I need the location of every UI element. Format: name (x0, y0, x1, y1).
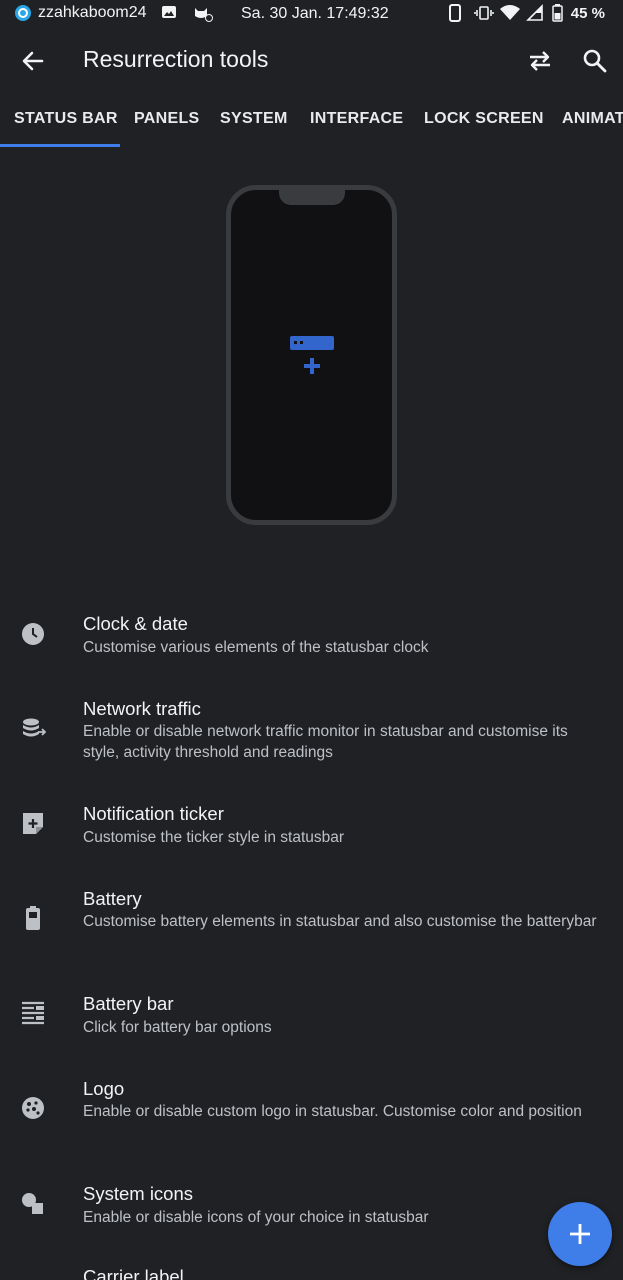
signal-icon (525, 4, 544, 22)
list-item-system-icons[interactable]: System icons Enable or disable icons of … (0, 1178, 623, 1248)
tab-lock-screen[interactable]: LOCK SCREEN (424, 110, 544, 128)
app-icon (14, 4, 32, 22)
logo-icon (20, 1095, 46, 1121)
back-arrow-icon[interactable] (18, 46, 48, 76)
tab-status-bar[interactable]: STATUS BAR (14, 110, 118, 128)
list-item-battery[interactable]: Battery Customise battery elements in st… (0, 883, 623, 963)
item-title: Battery bar (83, 993, 174, 1014)
item-title: Clock & date (83, 613, 188, 634)
item-subtitle: Customise various elements of the status… (83, 639, 429, 656)
app-bar: Resurrection tools (0, 30, 623, 92)
tab-bar: STATUS BAR PANELS SYSTEM INTERFACE LOCK … (0, 92, 623, 148)
tab-animations[interactable]: ANIMAT (562, 110, 623, 128)
clock-icon (20, 621, 46, 647)
item-title: Notification ticker (83, 803, 224, 824)
status-datetime: Sa. 30 Jan. 17:49:32 (241, 5, 389, 22)
add-button[interactable] (548, 1202, 612, 1266)
item-title: Network traffic (83, 698, 201, 719)
search-icon[interactable] (580, 46, 610, 76)
phone-icon (448, 4, 466, 22)
list-item-network-traffic[interactable]: Network traffic Enable or disable networ… (0, 693, 623, 773)
cat-icon (193, 4, 213, 22)
item-subtitle: Enable or disable icons of your choice i… (83, 1209, 429, 1226)
plus-icon (570, 1224, 590, 1244)
page-title: Resurrection tools (83, 46, 269, 72)
item-subtitle: Click for battery bar options (83, 1019, 272, 1036)
phone-illustration (226, 185, 397, 525)
item-title: Logo (83, 1078, 125, 1099)
list-item-notification-ticker[interactable]: Notification ticker Customise the ticker… (0, 798, 623, 868)
tab-interface[interactable]: INTERFACE (310, 110, 403, 128)
item-subtitle: Enable or disable network traffic monito… (83, 723, 568, 761)
item-subtitle: Enable or disable custom logo in statusb… (83, 1103, 582, 1120)
system-icons-icon (20, 1191, 46, 1217)
item-subtitle: Customise the ticker style in statusbar (83, 829, 345, 846)
wifi-icon (499, 4, 520, 22)
list-item-clock-date[interactable]: Clock & date Customise various elements … (0, 608, 623, 678)
phone-notch (279, 187, 345, 205)
status-bar-add-icon (290, 336, 334, 374)
battery-icon (552, 4, 563, 22)
network-traffic-icon (20, 716, 47, 742)
notification-ticker-icon (20, 811, 46, 837)
tab-selected-indicator (0, 144, 120, 147)
vibrate-icon (473, 4, 494, 22)
list-item-logo[interactable]: Logo Enable or disable custom logo in st… (0, 1073, 623, 1153)
image-icon (161, 4, 179, 22)
swap-icon[interactable] (526, 48, 554, 74)
item-subtitle: Customise battery elements in statusbar … (83, 913, 597, 930)
item-title: Battery (83, 888, 142, 909)
system-status-bar: zzahkaboom24 Sa. 30 Jan. 17:49:32 45 % (0, 0, 623, 30)
tab-panels[interactable]: PANELS (134, 110, 200, 128)
list-item-battery-bar[interactable]: Battery bar Click for battery bar option… (0, 988, 623, 1058)
list-item-carrier-label[interactable]: Carrier label (0, 1263, 623, 1280)
battery-percentage: 45 % (570, 4, 605, 22)
tab-system[interactable]: SYSTEM (220, 110, 288, 128)
battery-bar-icon (20, 1000, 46, 1026)
item-title: Carrier label (83, 1266, 184, 1280)
status-username: zzahkaboom24 (38, 4, 147, 21)
item-title: System icons (83, 1183, 194, 1204)
carrier-label-icon (20, 1275, 46, 1280)
battery-icon (20, 905, 46, 931)
